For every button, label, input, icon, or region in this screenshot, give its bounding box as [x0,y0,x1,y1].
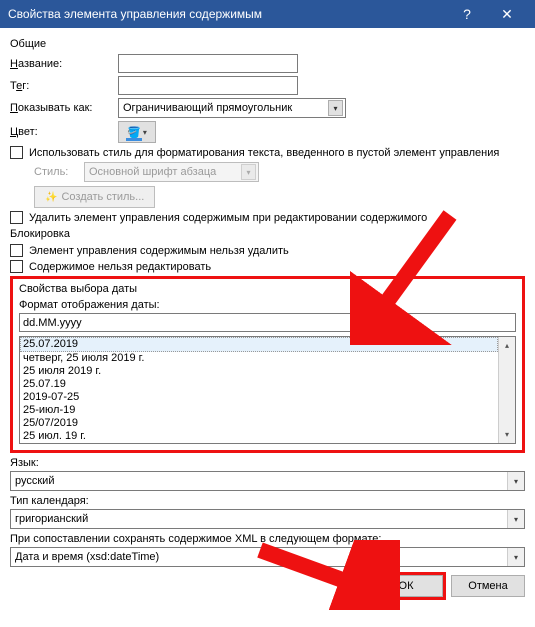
checkbox-lock-edit[interactable]: Содержимое нельзя редактировать [10,260,525,273]
scroll-up-icon[interactable]: ▴ [499,337,515,354]
label-locale: Язык: [10,457,525,469]
window-title: Свойства элемента управления содержимым [8,7,447,21]
list-item[interactable]: 25/07/2019 [20,417,498,430]
color-picker[interactable]: 🪣 ▾ [118,121,156,143]
chevron-down-icon[interactable]: ▾ [507,472,524,490]
combo-show-as[interactable]: Ограничивающий прямоугольник ▾ [118,98,346,118]
bucket-icon: 🪣 [127,126,141,139]
button-new-style: ✨ Создать стиль... [34,186,155,208]
list-item[interactable]: 25.07.19 [20,378,498,391]
combo-locale[interactable]: русский ▾ [10,471,525,491]
section-lock: Блокировка [10,228,525,240]
list-item[interactable]: четверг, 25 июля 2019 г. [20,352,498,365]
label-date-format: Формат отображения даты: [19,299,516,311]
section-general: Общие [10,38,525,50]
checkbox-use-style[interactable]: Использовать стиль для форматирования те… [10,146,525,159]
chevron-down-icon[interactable]: ▾ [328,100,343,116]
list-item[interactable]: 25 июля 2019 г. [20,365,498,378]
input-tag[interactable] [118,76,298,95]
listbox-date-formats[interactable]: 25.07.2019 четверг, 25 июля 2019 г. 25 и… [19,336,516,444]
input-name[interactable] [118,54,298,73]
list-item[interactable]: 25.07.2019 [20,337,498,352]
list-item[interactable]: 25 июл. 19 г. [20,430,498,443]
label-name: Название: [10,58,118,70]
label-color: Цвет: [10,126,118,138]
chevron-down-icon: ▾ [241,164,256,180]
label-calendar: Тип календаря: [10,495,525,507]
section-date-props: Свойства выбора даты [19,283,516,295]
label-xml-store: При сопоставлении сохранять содержимое X… [10,533,525,545]
input-date-format[interactable] [19,313,516,332]
chevron-down-icon[interactable]: ▾ [143,128,147,137]
wand-icon: ✨ [45,192,57,203]
titlebar: Свойства элемента управления содержимым … [0,0,535,28]
ok-button[interactable]: ОК [369,575,443,597]
close-button[interactable]: ✕ [487,0,527,28]
checkbox-remove-on-edit[interactable]: Удалить элемент управления содержимым пр… [10,211,525,224]
combo-xml-store[interactable]: Дата и время (xsd:dateTime) ▾ [10,547,525,567]
combo-calendar[interactable]: григорианский ▾ [10,509,525,529]
help-button[interactable]: ? [447,0,487,28]
checkbox-lock-delete[interactable]: Элемент управления содержимым нельзя уда… [10,244,525,257]
chevron-down-icon[interactable]: ▾ [507,548,524,566]
scroll-down-icon[interactable]: ▾ [499,426,515,443]
group-date-properties: Свойства выбора даты Формат отображения … [10,276,525,453]
label-tag: Тег: [10,80,118,92]
chevron-down-icon[interactable]: ▾ [507,510,524,528]
list-item[interactable]: 2019-07-25 [20,391,498,404]
label-style: Стиль: [34,166,84,178]
scrollbar[interactable]: ▴ ▾ [498,337,515,443]
cancel-button[interactable]: Отмена [451,575,525,597]
list-item[interactable]: 25-июл-19 [20,404,498,417]
combo-style: Основной шрифт абзаца ▾ [84,162,259,182]
label-show-as: Показывать как: [10,102,118,114]
